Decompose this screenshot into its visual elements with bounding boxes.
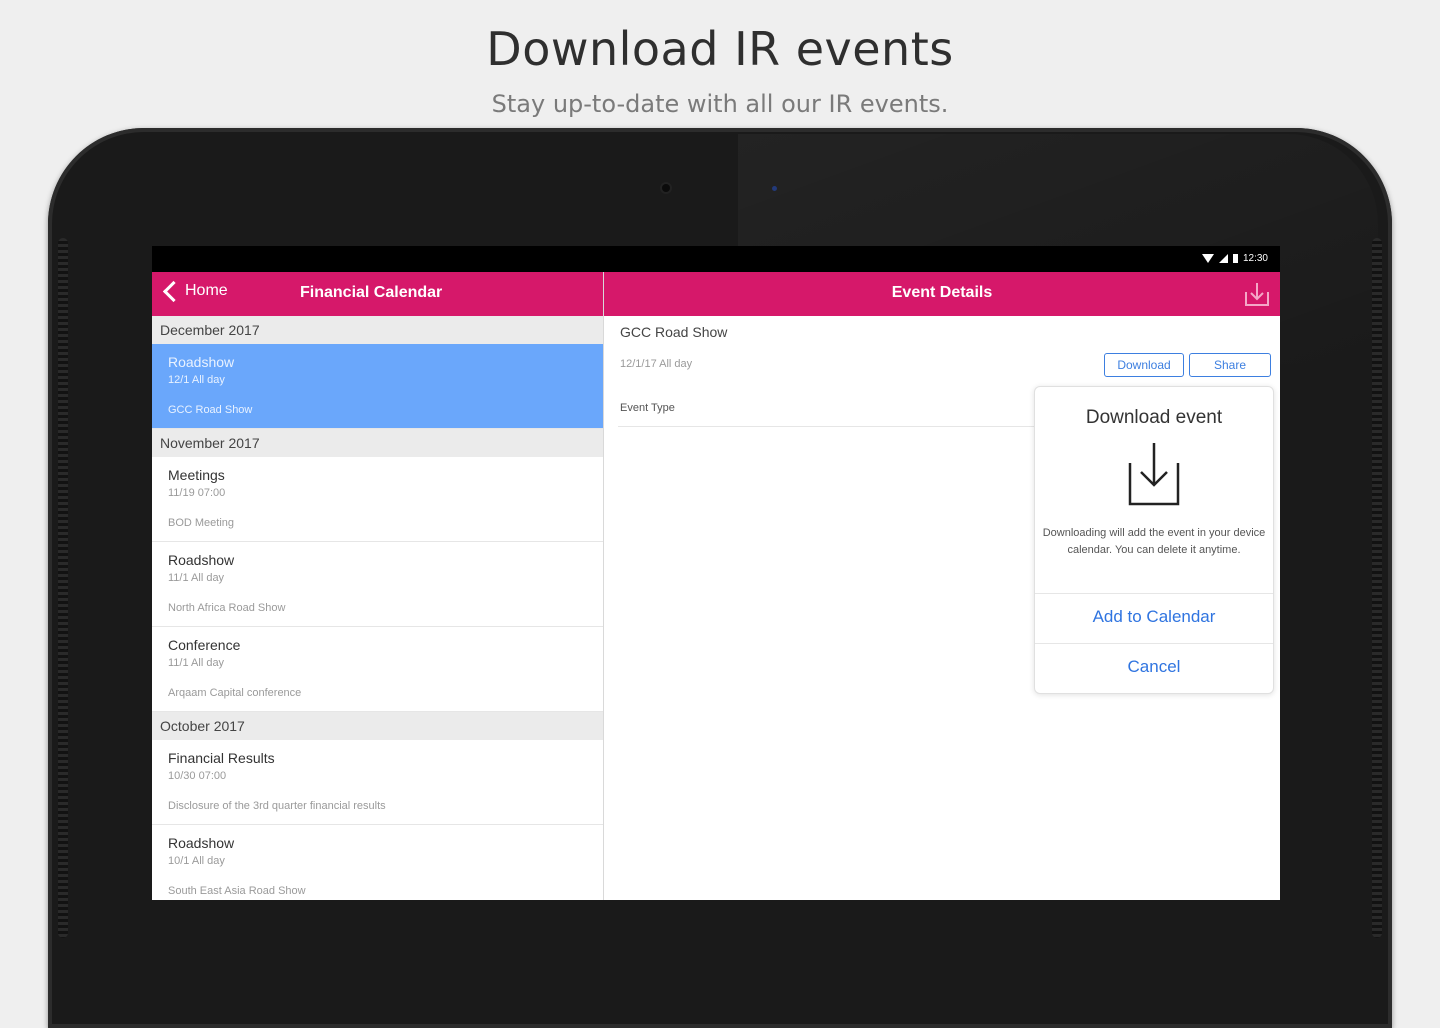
add-to-calendar-button[interactable]: Add to Calendar — [1035, 607, 1273, 627]
camera-icon — [662, 184, 670, 192]
item-subtitle: South East Asia Road Show — [168, 885, 306, 897]
wifi-icon — [1201, 254, 1214, 263]
item-title: Roadshow — [168, 552, 235, 568]
page-title: Financial Calendar — [300, 284, 443, 301]
popup-title: Download event — [1085, 407, 1223, 428]
item-date: 11/19 07:00 — [168, 487, 226, 499]
event-name: GCC Road Show — [620, 324, 728, 340]
section-header: October 2017 — [152, 712, 603, 740]
event-date: 12/1/17 All day — [620, 358, 693, 370]
item-title: Meetings — [168, 467, 225, 483]
list-item[interactable]: Meetings 11/19 07:00 BOD Meeting — [152, 457, 603, 542]
battery-icon — [1232, 254, 1238, 263]
item-date: 10/30 07:00 — [168, 770, 227, 782]
item-subtitle: Arqaam Capital conference — [168, 687, 302, 699]
sensor-icon — [772, 186, 777, 191]
item-title: Financial Results — [168, 750, 275, 766]
list-item[interactable]: Roadshow 12/1 All day GCC Road Show — [152, 344, 603, 429]
download-icon — [1128, 443, 1180, 506]
item-date: 11/1 All day — [168, 657, 225, 669]
event-list: December 2017 Roadshow 12/1 All day GCC … — [152, 316, 603, 900]
item-subtitle: GCC Road Show — [168, 404, 253, 416]
detail-title-bar: Event Details — [891, 284, 993, 301]
list-item[interactable]: Conference 11/1 All day Arqaam Capital c… — [152, 627, 603, 712]
item-date: 10/1 All day — [168, 855, 225, 867]
section-header: December 2017 — [152, 316, 603, 344]
item-subtitle: North Africa Road Show — [168, 602, 286, 614]
popup-message: Downloading will add the event in your d… — [1042, 527, 1266, 556]
tablet-screen: 12:30 Home Financial Calendar Event Deta… — [152, 246, 1280, 900]
section-header: November 2017 — [152, 429, 603, 457]
promo-headline: Download IR events — [486, 22, 954, 76]
speaker-right — [1372, 238, 1382, 938]
item-date: 11/1 All day — [168, 572, 225, 584]
event-type-label: Event Type — [620, 402, 675, 414]
download-icon — [1245, 283, 1269, 306]
status-bar: 12:30 — [152, 246, 1280, 272]
download-popup: Download event Downloading will add the … — [1034, 386, 1274, 694]
list-item[interactable]: Financial Results 10/30 07:00 Disclosure… — [152, 740, 603, 825]
list-item[interactable]: Roadshow 10/1 All day South East Asia Ro… — [152, 825, 603, 900]
item-title: Roadshow — [168, 354, 235, 370]
item-subtitle: BOD Meeting — [168, 517, 235, 529]
cancel-button[interactable]: Cancel — [1035, 657, 1273, 677]
item-subtitle: Disclosure of the 3rd quarter financial … — [168, 800, 386, 812]
item-title: Conference — [168, 637, 241, 653]
item-date: 12/1 All day — [168, 374, 225, 386]
share-button[interactable]: Share — [1189, 353, 1271, 377]
download-action-button[interactable] — [1242, 280, 1272, 308]
status-time: 12:30 — [1242, 253, 1268, 264]
speaker-left — [58, 238, 68, 938]
download-button[interactable]: Download — [1104, 353, 1184, 377]
list-item[interactable]: Roadshow 11/1 All day North Africa Road … — [152, 542, 603, 627]
promo-subhead: Stay up-to-date with all our IR events. — [491, 90, 949, 118]
left-appbar: Home Financial Calendar — [152, 272, 603, 316]
item-title: Roadshow — [168, 835, 235, 851]
signal-icon — [1218, 254, 1228, 263]
right-appbar: Event Details — [604, 272, 1280, 316]
